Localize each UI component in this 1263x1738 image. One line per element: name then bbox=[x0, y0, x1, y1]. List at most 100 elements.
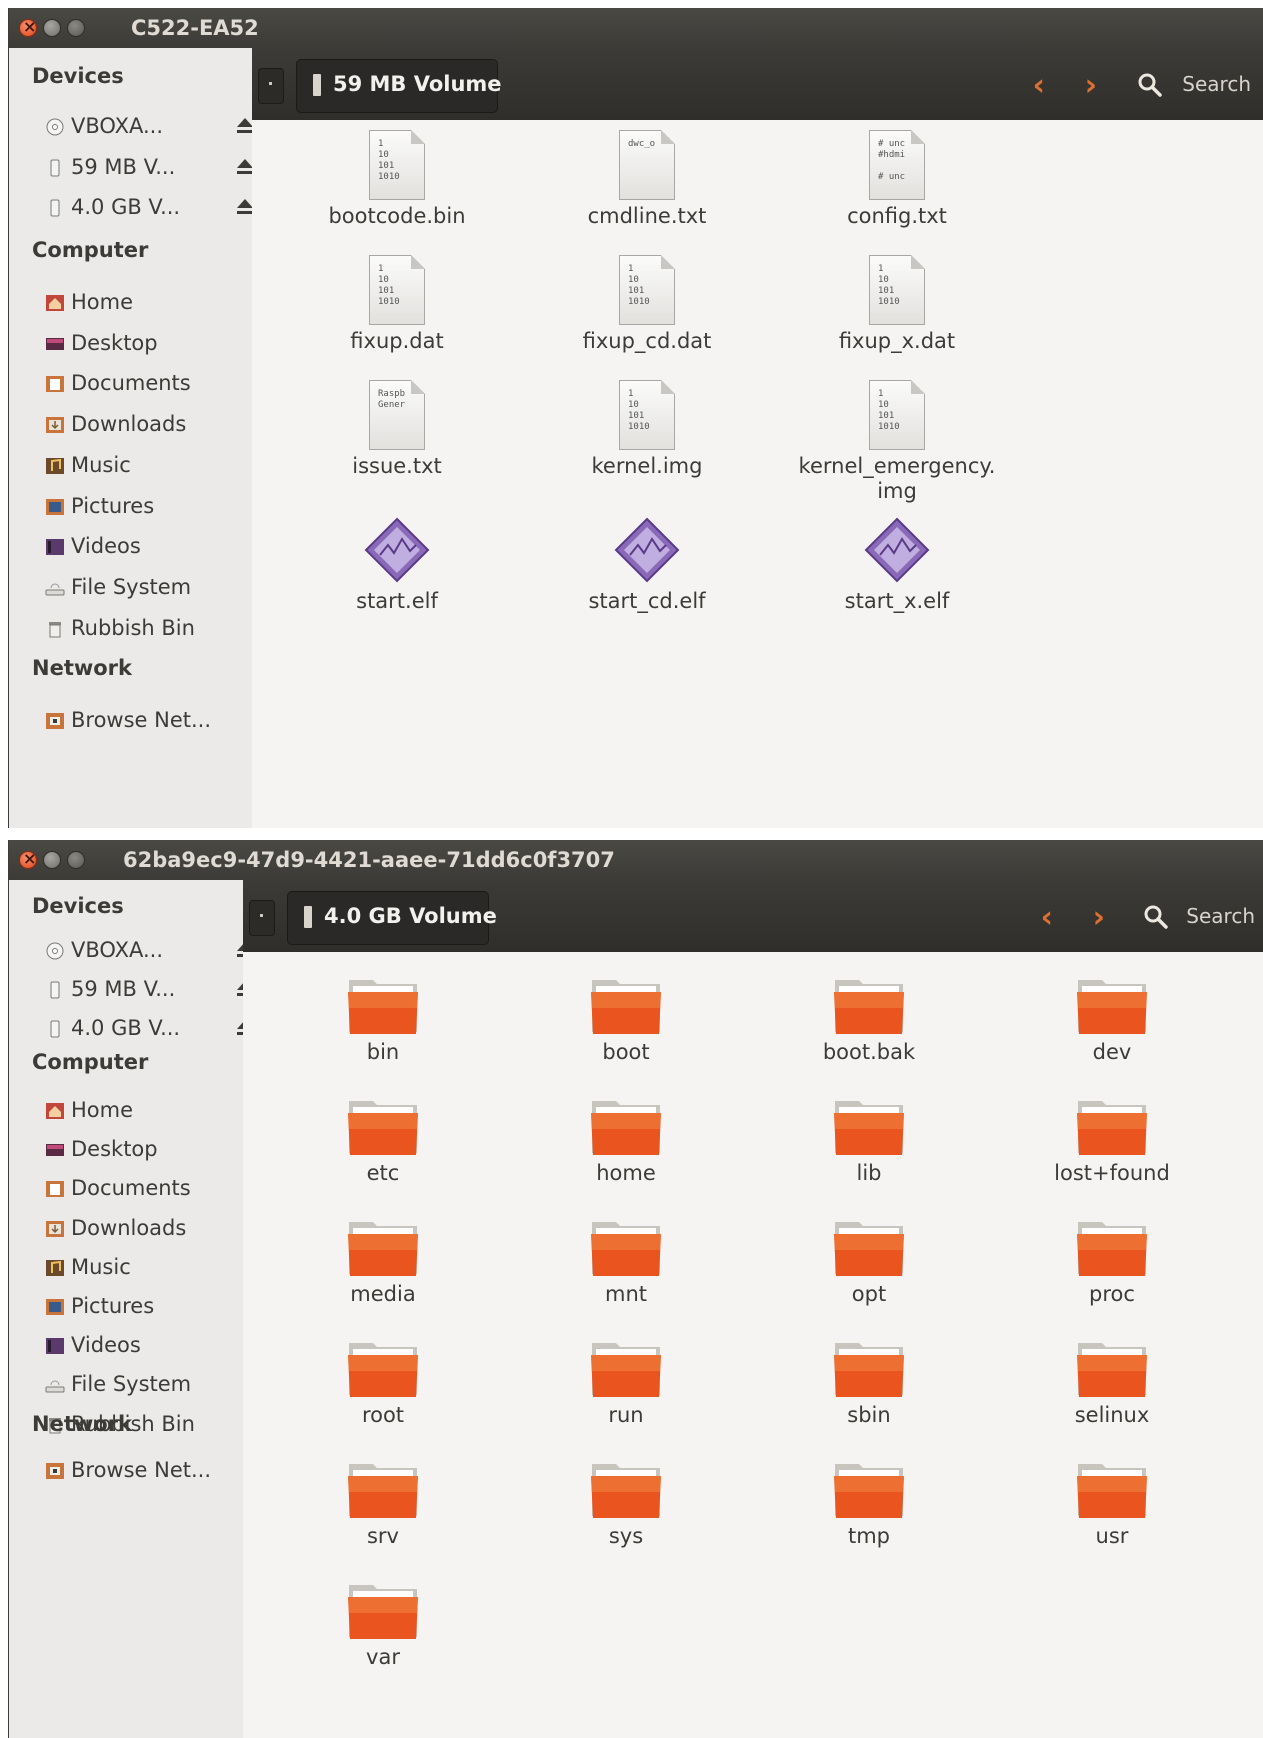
folder-item[interactable]: srv bbox=[283, 1458, 483, 1549]
sidebar-item-desktop[interactable]: Desktop bbox=[43, 329, 248, 361]
folder-name: selinux bbox=[1074, 1403, 1150, 1427]
window-title: 62ba9ec9-47d9-4421-aaee-71dd6c0f3707 bbox=[123, 848, 615, 872]
sidebar-item-pictures[interactable]: Pictures bbox=[43, 492, 248, 524]
search-icon[interactable] bbox=[1137, 72, 1163, 98]
folder-name: boot bbox=[602, 1040, 650, 1064]
close-window-button[interactable] bbox=[19, 849, 37, 869]
videos-icon bbox=[46, 1338, 64, 1355]
maximize-window-button[interactable] bbox=[67, 19, 85, 37]
folder-item[interactable]: home bbox=[526, 1095, 726, 1186]
sidebar-item-file-system[interactable]: File System bbox=[43, 1370, 248, 1402]
folder-icon bbox=[1077, 980, 1147, 1034]
forward-button[interactable]: › bbox=[1085, 71, 1097, 101]
toggle-location-button[interactable] bbox=[249, 900, 275, 936]
videos-icon bbox=[46, 539, 64, 556]
folder-item[interactable]: root bbox=[283, 1337, 483, 1428]
sidebar-item-label: VBOXA... bbox=[71, 114, 163, 138]
toggle-location-button[interactable] bbox=[258, 68, 284, 104]
file-view[interactable]: bin boot boot.bak dev etc home lib lost+found me… bbox=[243, 952, 1263, 1738]
sidebar-item-pictures[interactable]: Pictures bbox=[43, 1292, 248, 1324]
file-item[interactable]: 1 10 101 1010 bootcode.bin bbox=[292, 130, 502, 229]
sidebar-device-0[interactable]: VBOXA... bbox=[43, 936, 253, 968]
folder-item[interactable]: sys bbox=[526, 1458, 726, 1549]
sidebar-device-1[interactable]: 59 MB V... bbox=[43, 153, 253, 185]
folder-icon bbox=[834, 980, 904, 1034]
usb-drive-icon bbox=[50, 159, 60, 177]
folder-item[interactable]: lib bbox=[769, 1095, 969, 1186]
minimize-window-button[interactable] bbox=[43, 19, 61, 37]
folder-icon bbox=[834, 1464, 904, 1518]
sidebar-item-home[interactable]: Home bbox=[43, 288, 248, 320]
sidebar-item-downloads[interactable]: Downloads bbox=[43, 1214, 248, 1246]
sidebar-item-documents[interactable]: Documents bbox=[43, 369, 248, 401]
folder-item[interactable]: selinux bbox=[1012, 1337, 1212, 1428]
sidebar-item-home[interactable]: Home bbox=[43, 1096, 248, 1128]
sidebar-item-browse-network[interactable]: Browse Net... bbox=[43, 706, 248, 738]
folder-item[interactable]: lost+found bbox=[1012, 1095, 1212, 1186]
breadcrumb-button[interactable]: 59 MB Volume bbox=[296, 59, 502, 113]
sidebar-item-music[interactable]: Music bbox=[43, 1253, 248, 1285]
sidebar-item-browse-network[interactable]: Browse Net... bbox=[43, 1456, 248, 1488]
file-item[interactable]: start.elf bbox=[292, 515, 502, 614]
folder-item[interactable]: usr bbox=[1012, 1458, 1212, 1549]
sidebar-item-label: Documents bbox=[71, 371, 191, 396]
sidebar-item-rubbish-bin[interactable]: Rubbish Bin bbox=[43, 614, 248, 646]
binary-file-icon: 1 10 101 1010 bbox=[619, 380, 675, 450]
file-item[interactable]: 1 10 101 1010 kernel_emergency. img bbox=[792, 380, 1002, 504]
folder-item[interactable]: opt bbox=[769, 1216, 969, 1307]
sidebar-item-file-system[interactable]: File System bbox=[43, 573, 248, 605]
folder-icon bbox=[348, 1101, 418, 1155]
sidebar-device-0[interactable]: VBOXA... bbox=[43, 112, 253, 144]
search-button-label[interactable]: Search bbox=[1182, 72, 1251, 96]
maximize-window-button[interactable] bbox=[67, 851, 85, 869]
file-name: start_x.elf bbox=[844, 589, 950, 613]
file-item[interactable]: 1 10 101 1010 fixup.dat bbox=[292, 255, 502, 354]
folder-item[interactable]: bin bbox=[283, 974, 483, 1065]
folder-item[interactable]: sbin bbox=[769, 1337, 969, 1428]
back-button[interactable]: ‹ bbox=[1041, 903, 1053, 933]
sidebar-item-music[interactable]: Music bbox=[43, 451, 248, 483]
file-item[interactable]: dwc_o cmdline.txt bbox=[542, 130, 752, 229]
search-icon[interactable] bbox=[1143, 904, 1169, 930]
minimize-window-button[interactable] bbox=[43, 851, 61, 869]
folder-item[interactable]: run bbox=[526, 1337, 726, 1428]
close-window-button[interactable] bbox=[19, 17, 37, 37]
sidebar-device-2[interactable]: 4.0 GB V... bbox=[43, 193, 253, 225]
executable-file-icon bbox=[614, 517, 680, 583]
search-button-label[interactable]: Search bbox=[1186, 904, 1255, 928]
folder-item[interactable]: media bbox=[283, 1216, 483, 1307]
forward-button[interactable]: › bbox=[1093, 903, 1105, 933]
file-item[interactable]: start_cd.elf bbox=[542, 515, 752, 614]
sidebar-item-documents[interactable]: Documents bbox=[43, 1174, 248, 1206]
title-bar[interactable]: 62ba9ec9-47d9-4421-aaee-71dd6c0f3707 bbox=[9, 840, 1263, 880]
sidebar-device-1[interactable]: 59 MB V... bbox=[43, 975, 253, 1007]
folder-item[interactable]: etc bbox=[283, 1095, 483, 1186]
file-item[interactable]: Raspb Gener issue.txt bbox=[292, 380, 502, 479]
back-button[interactable]: ‹ bbox=[1033, 71, 1045, 101]
sidebar-item-videos[interactable]: Videos bbox=[43, 1331, 248, 1363]
sidebar-device-2[interactable]: 4.0 GB V... bbox=[43, 1014, 253, 1046]
folder-item[interactable]: proc bbox=[1012, 1216, 1212, 1307]
file-item[interactable]: 1 10 101 1010 kernel.img bbox=[542, 380, 752, 479]
file-preview-text: Raspb Gener bbox=[378, 389, 406, 410]
file-view[interactable]: 1 10 101 1010 bootcode.bin dwc_o cmdline.tx… bbox=[252, 120, 1263, 828]
file-item[interactable]: 1 10 101 1010 fixup_x.dat bbox=[792, 255, 1002, 354]
folder-item[interactable]: boot bbox=[526, 974, 726, 1065]
usb-drive-icon bbox=[50, 981, 60, 999]
title-bar[interactable]: C522-EA52 bbox=[9, 8, 1263, 48]
sidebar-item-label: Browse Net... bbox=[71, 1458, 212, 1482]
sidebar-item-videos[interactable]: Videos bbox=[43, 532, 248, 564]
sidebar-item-downloads[interactable]: Downloads bbox=[43, 410, 248, 442]
file-item[interactable]: 1 10 101 1010 fixup_cd.dat bbox=[542, 255, 752, 354]
file-manager-window-59mb: C522-EA52 Devices VBOXA... 59 MB V... 4.0 G… bbox=[8, 8, 1263, 828]
folder-item[interactable]: var bbox=[283, 1579, 483, 1670]
sidebar-item-desktop[interactable]: Desktop bbox=[43, 1135, 248, 1167]
folder-item[interactable]: boot.bak bbox=[769, 974, 969, 1065]
folder-name: sys bbox=[608, 1524, 644, 1548]
folder-item[interactable]: tmp bbox=[769, 1458, 969, 1549]
folder-item[interactable]: dev bbox=[1012, 974, 1212, 1065]
file-item[interactable]: start_x.elf bbox=[792, 515, 1002, 614]
folder-item[interactable]: mnt bbox=[526, 1216, 726, 1307]
file-item[interactable]: # unc #hdmi # unc config.txt bbox=[792, 130, 1002, 229]
breadcrumb-button[interactable]: 4.0 GB Volume bbox=[287, 891, 497, 945]
